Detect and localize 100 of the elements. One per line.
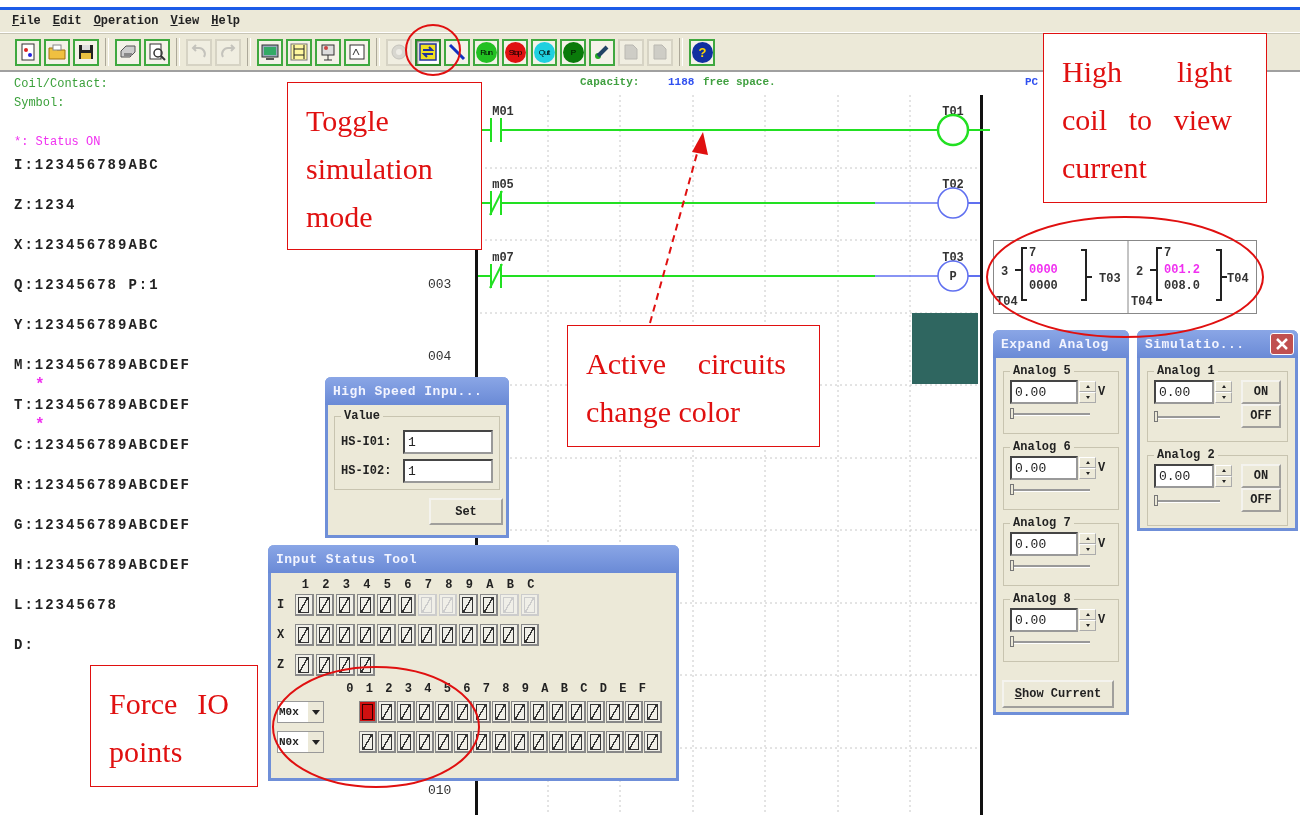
menu-item[interactable]: Operation (93, 14, 159, 28)
on-button[interactable]: ON (1241, 380, 1281, 404)
toolbar-button[interactable] (444, 38, 470, 66)
menu-item[interactable]: Help (211, 14, 241, 28)
toggle-switch[interactable] (492, 731, 510, 753)
close-button[interactable] (1270, 333, 1294, 355)
slider-thumb[interactable] (1010, 636, 1014, 647)
toggle-switch[interactable] (356, 624, 375, 646)
menu-item[interactable]: Edit (52, 14, 82, 28)
toggle-switch[interactable] (315, 594, 334, 616)
toggle-switch[interactable] (397, 594, 416, 616)
toggle-switch[interactable] (568, 701, 586, 723)
spin-up-button[interactable] (1079, 457, 1096, 468)
toggle-switch[interactable] (438, 624, 457, 646)
toggle-switch[interactable] (459, 624, 478, 646)
help-button[interactable]: ? (689, 38, 715, 66)
toggle-switch[interactable] (378, 701, 396, 723)
toolbar-button[interactable] (144, 38, 170, 66)
value-field[interactable]: 0.00 (1154, 380, 1214, 404)
show-current-button[interactable]: Show Current (1002, 680, 1114, 708)
toggle-switch[interactable] (397, 624, 416, 646)
toggle-switch[interactable] (356, 654, 375, 676)
toggle-switch[interactable] (511, 731, 529, 753)
toggle-switch[interactable] (416, 731, 434, 753)
toggle-switch[interactable] (500, 624, 519, 646)
value-field[interactable]: 0.00 (1154, 464, 1214, 488)
toggle-switch[interactable] (378, 731, 396, 753)
bank-dropdown[interactable]: N0x (277, 731, 324, 753)
spin-down-button[interactable] (1215, 476, 1232, 487)
spin-down-button[interactable] (1079, 544, 1096, 555)
toggle-switch[interactable] (336, 654, 355, 676)
toggle-switch[interactable] (416, 701, 434, 723)
toggle-switch[interactable] (479, 624, 498, 646)
value-field[interactable]: 0.00 (1010, 608, 1078, 632)
value-field[interactable]: 0.00 (1010, 380, 1078, 404)
toggle-switch[interactable] (587, 701, 605, 723)
toggle-switch[interactable] (377, 594, 396, 616)
toggle-switch[interactable] (359, 701, 377, 723)
toolbar-button[interactable] (257, 38, 283, 66)
toggle-switch[interactable] (459, 594, 478, 616)
toggle-switch[interactable] (454, 701, 472, 723)
value-field[interactable]: 0.00 (1010, 532, 1078, 556)
slider-thumb[interactable] (1154, 411, 1158, 422)
input-field[interactable]: 1 (403, 459, 493, 483)
toggle-switch[interactable] (359, 731, 377, 753)
slider-thumb[interactable] (1010, 560, 1014, 571)
p-button[interactable]: P (560, 38, 586, 66)
spin-up-button[interactable] (1215, 381, 1232, 392)
toggle-switch[interactable] (315, 654, 334, 676)
value-field[interactable]: 0.00 (1010, 456, 1078, 480)
toggle-switch[interactable] (606, 731, 624, 753)
toggle-switch[interactable] (435, 731, 453, 753)
coil-symbol[interactable] (937, 187, 969, 219)
toggle-switch[interactable] (315, 624, 334, 646)
toggle-switch[interactable] (587, 731, 605, 753)
toggle-switch[interactable] (473, 731, 491, 753)
toggle-switch[interactable] (336, 624, 355, 646)
toggle-switch[interactable] (473, 701, 491, 723)
stop-button[interactable]: Stop (502, 38, 528, 66)
quit-button[interactable]: Quit (531, 38, 557, 66)
input-field[interactable]: 1 (403, 430, 493, 454)
toggle-switch[interactable] (644, 701, 662, 723)
toggle-switch[interactable] (295, 654, 314, 676)
toggle-switch[interactable] (625, 701, 643, 723)
toggle-switch[interactable] (397, 731, 415, 753)
toggle-switch[interactable] (492, 701, 510, 723)
spin-up-button[interactable] (1079, 381, 1096, 392)
toggle-switch[interactable] (549, 731, 567, 753)
toggle-switch[interactable] (295, 624, 314, 646)
toggle-switch[interactable] (568, 731, 586, 753)
toolbar-button[interactable] (589, 38, 615, 66)
coil-symbol[interactable] (937, 260, 969, 292)
toggle-switch[interactable] (530, 731, 548, 753)
toggle-switch[interactable] (336, 594, 355, 616)
toggle-switch[interactable] (377, 624, 396, 646)
toggle-switch[interactable] (511, 701, 529, 723)
spin-down-button[interactable] (1079, 468, 1096, 479)
spin-down-button[interactable] (1079, 392, 1096, 403)
run-button[interactable]: Run (473, 38, 499, 66)
toggle-switch[interactable] (644, 731, 662, 753)
slider-thumb[interactable] (1010, 408, 1014, 419)
spin-up-button[interactable] (1079, 533, 1096, 544)
set-button[interactable]: Set (429, 498, 503, 525)
toggle-switch[interactable] (435, 701, 453, 723)
on-button[interactable]: ON (1241, 464, 1281, 488)
bank-dropdown[interactable]: M0x (277, 701, 324, 723)
toggle-switch[interactable] (418, 624, 437, 646)
toggle-switch[interactable] (530, 701, 548, 723)
spin-up-button[interactable] (1215, 465, 1232, 476)
spin-down-button[interactable] (1079, 620, 1096, 631)
toggle-switch[interactable] (520, 624, 539, 646)
off-button[interactable]: OFF (1241, 404, 1281, 428)
toggle-switch[interactable] (549, 701, 567, 723)
toggle-switch[interactable] (295, 594, 314, 616)
spin-up-button[interactable] (1079, 609, 1096, 620)
toggle-switch[interactable] (606, 701, 624, 723)
slider-thumb[interactable] (1010, 484, 1014, 495)
toggle-switch[interactable] (625, 731, 643, 753)
slider-thumb[interactable] (1154, 495, 1158, 506)
menu-item[interactable]: View (170, 14, 200, 28)
